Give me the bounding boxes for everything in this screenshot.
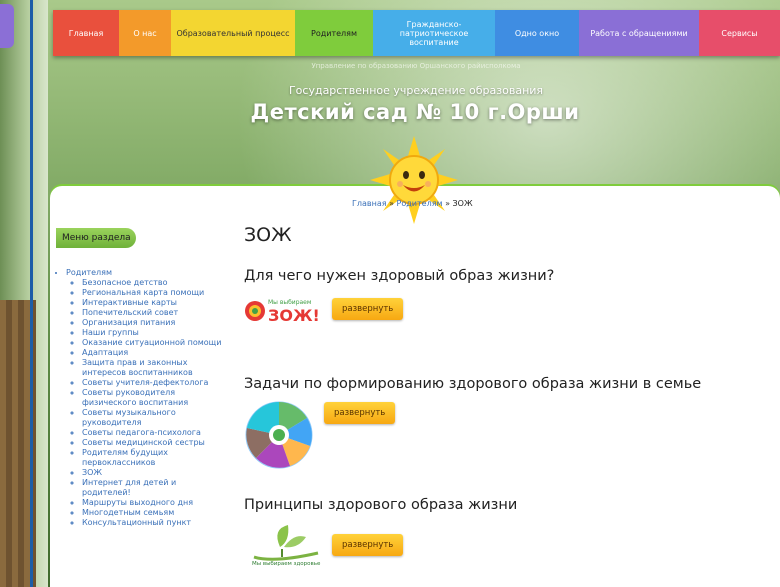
header-org: Государственное учреждение образования xyxy=(288,84,544,97)
menu-item[interactable]: Интернет для детей и родителей! xyxy=(82,478,226,498)
menu-item-active[interactable]: ЗОЖ xyxy=(82,468,226,478)
menu-item[interactable]: Организация питания xyxy=(82,318,226,328)
section-1: Для чего нужен здоровый образ жизни? Мы … xyxy=(244,268,554,324)
nav-appeals[interactable]: Работа с обращениями xyxy=(579,10,699,56)
main-nav: Главная О нас Образовательный процесс Ро… xyxy=(53,10,780,56)
menu-item[interactable]: Родителям будущих первоклассников xyxy=(82,448,226,468)
breadcrumb-home[interactable]: Главная xyxy=(352,199,387,208)
section-2: Задачи по формированию здорового образа … xyxy=(244,376,701,470)
menu-item[interactable]: Многодетным семьям xyxy=(82,508,226,518)
menu-item[interactable]: Советы руководителя физического воспитан… xyxy=(82,388,226,408)
side-tab[interactable] xyxy=(0,4,14,48)
header-subtitle: Управление по образованию Оршанского рай… xyxy=(311,62,521,70)
section-menu: Родителям Безопасное детство Региональна… xyxy=(56,268,226,528)
nav-parents[interactable]: Родителям xyxy=(295,10,373,56)
left-decoration xyxy=(0,0,48,587)
expand-button[interactable]: развернуть xyxy=(332,298,404,320)
section-heading: Для чего нужен здоровый образ жизни? xyxy=(244,268,555,284)
page-title: ЗОЖ xyxy=(244,224,292,246)
menu-item[interactable]: Интерактивные карты xyxy=(82,298,226,308)
menu-item[interactable]: Консультационный пункт xyxy=(82,518,226,528)
menu-parent-link[interactable]: Родителям xyxy=(66,268,112,277)
menu-item[interactable]: Региональная карта помощи xyxy=(82,288,226,298)
healthy-choice-leaf-image: Мы выбираем здоровье xyxy=(252,525,321,567)
frame-line xyxy=(30,0,33,587)
menu-item[interactable]: Защита прав и законных интересов воспита… xyxy=(82,358,226,378)
zozh-small-text: Мы выбираем xyxy=(268,299,311,306)
menu-item[interactable]: Советы медицинской сестры xyxy=(82,438,226,448)
nav-services[interactable]: Сервисы xyxy=(699,10,780,56)
section-3: Принципы здорового образа жизни Мы выбир… xyxy=(244,497,517,567)
menu-item[interactable]: Советы музыкального руководителя xyxy=(82,408,226,428)
breadcrumb-parents[interactable]: Родителям xyxy=(397,199,443,208)
submenu: Безопасное детство Региональная карта по… xyxy=(66,278,226,528)
nav-one-window[interactable]: Одно окно xyxy=(495,10,579,56)
menu-item[interactable]: Безопасное детство xyxy=(82,278,226,288)
breadcrumb-separator: » xyxy=(386,199,397,208)
menu-item[interactable]: Оказание ситуационной помощи xyxy=(82,338,226,348)
menu-item[interactable]: Советы педагога-психолога xyxy=(82,428,226,438)
nav-about[interactable]: О нас xyxy=(119,10,171,56)
expand-button[interactable]: развернуть xyxy=(324,402,396,424)
healthy-family-collage-image xyxy=(245,401,313,469)
nav-patriotic[interactable]: Гражданско-патриотическое воспитание xyxy=(373,10,495,56)
sun-mascot-icon xyxy=(370,136,458,224)
site-title[interactable]: Детский сад № 10 г.Орши xyxy=(250,100,580,124)
nav-home[interactable]: Главная xyxy=(53,10,119,56)
zozh-big-text: ЗОЖ! xyxy=(268,306,320,324)
expand-button[interactable]: развернуть xyxy=(332,534,404,556)
section-heading: Принципы здорового образа жизни xyxy=(244,497,518,513)
menu-item[interactable]: Адаптация xyxy=(82,348,226,358)
menu-item[interactable]: Наши группы xyxy=(82,328,226,338)
section-heading: Задачи по формированию здорового образа … xyxy=(244,376,702,392)
nav-education[interactable]: Образовательный процесс xyxy=(171,10,295,56)
zozh-logo-image: Мы выбираем ЗОЖ! xyxy=(245,299,320,324)
menu-item[interactable]: Советы учителя-дефектолога xyxy=(82,378,226,388)
breadcrumb-current: ЗОЖ xyxy=(452,199,473,208)
menu-item[interactable]: Маршруты выходного дня xyxy=(82,498,226,508)
breadcrumb: Главная » Родителям » ЗОЖ xyxy=(352,199,473,208)
leaf-text: Мы выбираем здоровье xyxy=(252,561,321,567)
breadcrumb-separator: » xyxy=(442,199,453,208)
section-menu-title: Меню раздела xyxy=(56,228,136,248)
menu-item[interactable]: Попечительский совет xyxy=(82,308,226,318)
